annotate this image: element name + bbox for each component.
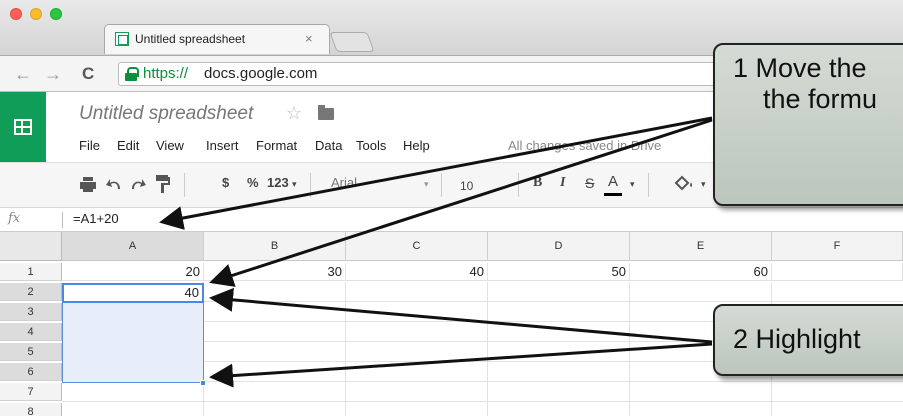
cell-c1[interactable]: 40 <box>346 263 488 281</box>
callout-step-2: 2 Highlight <box>713 304 903 376</box>
function-icon: fx <box>8 211 21 226</box>
url-host: docs.google.com <box>204 65 318 82</box>
row-header-5[interactable]: 5 <box>0 343 62 361</box>
row-header-2[interactable]: 2 <box>0 283 62 301</box>
dropdown-arrow-icon: ▾ <box>701 179 706 189</box>
sheets-favicon-icon <box>115 32 129 46</box>
row-header-3[interactable]: 3 <box>0 303 62 321</box>
cell-a2-active[interactable]: 40 <box>62 283 204 303</box>
column-header-e[interactable]: E <box>630 232 772 261</box>
row-header-7[interactable]: 7 <box>0 383 62 401</box>
fill-handle[interactable] <box>200 380 206 386</box>
dropdown-arrow-icon: ▾ <box>424 179 429 189</box>
menu-edit[interactable]: Edit <box>117 138 139 153</box>
redo-icon[interactable] <box>130 177 146 191</box>
menu-view[interactable]: View <box>156 138 184 153</box>
bold-button[interactable]: B <box>533 175 542 191</box>
tab-title: Untitled spreadsheet <box>135 32 246 46</box>
select-all-corner[interactable] <box>0 232 62 261</box>
url-field[interactable]: https:// docs.google.com <box>118 62 718 86</box>
back-arrow-icon[interactable]: ← <box>14 64 32 85</box>
cell-a1[interactable]: 20 <box>62 263 204 281</box>
sheets-home-button[interactable] <box>0 92 46 162</box>
print-icon[interactable] <box>80 177 96 193</box>
toolbar-divider <box>648 173 649 197</box>
font-size-dropdown[interactable]: 10 <box>460 179 473 193</box>
column-header-b[interactable]: B <box>204 232 346 261</box>
menu-tools[interactable]: Tools <box>356 138 386 153</box>
save-status: All changes saved in Drive <box>508 138 662 153</box>
browser-tab[interactable]: Untitled spreadsheet × <box>104 24 330 54</box>
toolbar-divider <box>184 173 185 197</box>
cell-b1[interactable]: 30 <box>204 263 346 281</box>
toolbar-divider <box>310 173 311 197</box>
callout-step-1: 1 Move the the formu <box>713 43 903 206</box>
new-tab-button[interactable] <box>329 32 375 52</box>
menu-insert[interactable]: Insert <box>206 138 239 153</box>
lock-icon <box>125 67 139 81</box>
toolbar-divider <box>441 173 442 197</box>
text-color-swatch <box>604 193 622 196</box>
column-header-a[interactable]: A <box>62 232 204 261</box>
currency-format-button[interactable]: $ <box>222 175 229 190</box>
row-header-8[interactable]: 8 <box>0 403 62 416</box>
dropdown-arrow-icon: ▾ <box>292 179 297 189</box>
fill-color-icon[interactable] <box>674 175 694 193</box>
column-header-c[interactable]: C <box>346 232 488 261</box>
url-scheme: https:// <box>143 65 189 82</box>
row-header-6[interactable]: 6 <box>0 363 62 381</box>
callout-step-1-line2: the formu <box>733 84 878 114</box>
minimize-window-button[interactable] <box>30 8 42 20</box>
callout-step-2-text: 2 Highlight <box>733 324 861 354</box>
column-header-f[interactable]: F <box>772 232 903 261</box>
row-header-4[interactable]: 4 <box>0 323 62 341</box>
folder-icon[interactable] <box>318 105 334 120</box>
number-format-dropdown[interactable]: 123 <box>267 175 289 190</box>
close-window-button[interactable] <box>10 8 22 20</box>
undo-icon[interactable] <box>106 177 122 191</box>
callout-step-1-line1: 1 Move the <box>733 53 867 83</box>
paint-format-icon[interactable] <box>156 175 170 193</box>
forward-arrow-icon[interactable]: → <box>44 64 62 85</box>
sheets-logo-icon <box>14 119 32 135</box>
zoom-window-button[interactable] <box>50 8 62 20</box>
dropdown-arrow-icon: ▾ <box>630 179 635 189</box>
formula-input[interactable]: =A1+20 <box>73 211 119 226</box>
menu-help[interactable]: Help <box>403 138 430 153</box>
cell-e1[interactable]: 60 <box>630 263 772 281</box>
italic-button[interactable]: I <box>560 175 565 191</box>
cell-d1[interactable]: 50 <box>488 263 630 281</box>
reload-icon[interactable]: C <box>82 64 94 84</box>
menu-format[interactable]: Format <box>256 138 297 153</box>
text-color-button[interactable]: A <box>608 173 618 190</box>
row-header-1[interactable]: 1 <box>0 263 62 281</box>
strikethrough-button[interactable]: S <box>585 175 594 191</box>
document-title[interactable]: Untitled spreadsheet <box>79 103 253 125</box>
menu-data[interactable]: Data <box>315 138 342 153</box>
star-icon[interactable]: ☆ <box>286 103 302 124</box>
font-family-dropdown[interactable]: Arial <box>331 175 357 190</box>
percent-format-button[interactable]: % <box>247 175 259 190</box>
column-header-d[interactable]: D <box>488 232 630 261</box>
tab-close-icon[interactable]: × <box>305 31 313 46</box>
screenshot-frame: Untitled spreadsheet × ← → C https:// do… <box>0 0 903 416</box>
menu-file[interactable]: File <box>79 138 100 153</box>
formula-divider <box>62 212 63 228</box>
toolbar-divider <box>518 173 519 197</box>
cell-f1[interactable] <box>772 263 903 281</box>
formula-bar: fx =A1+20 <box>0 208 903 232</box>
